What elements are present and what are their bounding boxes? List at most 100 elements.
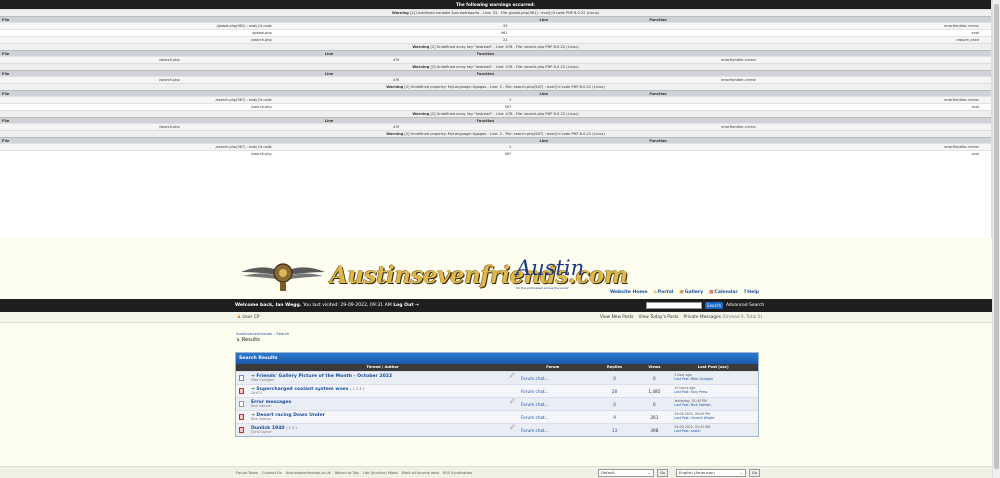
welcome-greeting: Welcome back, Ian Wegg. [235, 303, 302, 308]
thread-cell: ➔ Desert racing Down Under Nick Salmon [248, 413, 517, 422]
table-row[interactable]: ➔ Friends' Gallery Picture of the Month … [236, 371, 758, 384]
col-forum[interactable]: Forum [517, 364, 589, 371]
forum-link[interactable]: Forum chat... [517, 376, 589, 381]
col-line: Line [539, 18, 548, 22]
col-file: File [2, 72, 10, 76]
results-body: ➔ Friends' Gallery Picture of the Month … [236, 371, 758, 436]
footer-link[interactable]: Mark all forums read [402, 467, 439, 478]
thread-author[interactable]: Nick Salmon [251, 417, 517, 422]
results-header: Thread / Author Forum Replies Views Last… [236, 364, 758, 371]
col-views[interactable]: Views [640, 364, 668, 371]
last-post-author[interactable]: Last Post: austin [674, 429, 758, 434]
view-new-posts-link[interactable]: View New Posts [600, 312, 634, 323]
table-cell: 567 [504, 152, 512, 156]
footer-link[interactable]: Contact Us [262, 467, 282, 478]
forum-link[interactable]: Forum chat... [517, 415, 589, 420]
col-file: File [2, 119, 10, 123]
warning-table: File Line Function /search.php 476 errorHand… [0, 70, 991, 83]
warning-message: Warning [2] Undefined array key "lastrea… [0, 110, 991, 117]
welcome-bar: Welcome back, Ian Wegg. You last visited… [0, 299, 1000, 312]
language-select[interactable]: English (American) ⌄ [676, 469, 746, 477]
table-row[interactable]: ➔ Supercharged coolant system woes ( 1 2… [236, 384, 758, 397]
table-cell: /search.php [159, 78, 180, 82]
user-cp-link[interactable]: ♟ User CP [237, 312, 259, 323]
thread-cell: Error messages Nick Salmon 🖉 [248, 399, 517, 409]
last-post-author[interactable]: Last Post: Mike Costigan [674, 377, 758, 382]
table-cell: errorHandler->error [721, 125, 756, 129]
logout-link[interactable]: Log Out [393, 303, 413, 308]
nav-website-home[interactable]: Website Home [610, 290, 647, 295]
language-go-button[interactable]: Go [749, 469, 760, 477]
last-post-author[interactable]: Last Post: Vincent Wright [674, 416, 758, 421]
reply-count[interactable]: 9 [589, 415, 641, 420]
advanced-search-link[interactable]: Advanced Search [726, 299, 764, 312]
theme-select[interactable]: Default ⌄ [598, 469, 654, 477]
table-cell: /search.php [251, 105, 272, 109]
table-row[interactable]: Dunlick 1940 ( 1 2 ) Chris Garner 🖉 Forum c… [236, 423, 758, 436]
thread-status-icon [236, 411, 248, 424]
reply-count[interactable]: 0 [589, 402, 641, 407]
top-nav: Website Home ⌂Portal ▣Gallery ▦Calendar … [610, 290, 759, 295]
col-file: File [2, 52, 10, 56]
col-line: Line [539, 92, 548, 96]
view-todays-posts-link[interactable]: View Today's Posts [639, 312, 679, 323]
calendar-icon: ▦ [709, 290, 714, 295]
footer-link[interactable]: Lite (Archive) Mode [363, 467, 398, 478]
reply-count[interactable]: 0 [589, 376, 641, 381]
last-post-author[interactable]: Last Post: Nick Salmon [674, 403, 758, 408]
thread-pages[interactable]: ( 1 2 ) [286, 426, 297, 430]
footer-link[interactable]: Forum Team [236, 467, 258, 478]
thread-pages[interactable]: ( 1 2 3 ) [350, 387, 364, 391]
breadcrumb-site[interactable]: Austinsevenfriends [236, 331, 272, 336]
table-cell: /search.php [251, 38, 272, 42]
col-last-post[interactable]: Last Post [asc] [668, 364, 758, 371]
search-input[interactable] [646, 302, 702, 309]
thread-author[interactable]: Mike Costigan [251, 378, 517, 383]
footer-link[interactable]: Return to Top [335, 467, 359, 478]
page-scrollbar[interactable] [992, 0, 1000, 478]
view-count: 1,485 [648, 388, 661, 394]
col-replies[interactable]: Replies [589, 364, 641, 371]
breadcrumb-search[interactable]: Search [276, 331, 289, 336]
table-cell: errorHandler->error [721, 78, 756, 82]
col-thread-author[interactable]: Thread / Author [248, 364, 517, 371]
austin-logo: Austin [516, 256, 585, 280]
nav-help[interactable]: ?Help [744, 290, 760, 295]
warnings-title: The following warnings occurred: [0, 0, 991, 9]
table-cell: eval [971, 31, 979, 35]
nav-gallery[interactable]: ▣Gallery [679, 290, 703, 295]
theme-go-button[interactable]: Go [657, 469, 668, 477]
scrollbar-thumb[interactable] [994, 4, 999, 469]
table-cell: errorHandler->error [944, 98, 979, 102]
footer-link[interactable]: RSS Syndication [443, 467, 472, 478]
warning-table: File Line Function /search.php 476 errorHand… [0, 50, 991, 63]
reply-count[interactable]: 28 [589, 389, 641, 394]
table-cell: /search.php [251, 152, 272, 156]
thread-status-icon [236, 398, 248, 411]
help-icon: ? [743, 290, 747, 295]
forum-link[interactable]: Forum chat... [517, 402, 589, 407]
view-count: 261 [650, 414, 659, 420]
table-row[interactable]: Error messages Nick Salmon 🖉 Forum chat...… [236, 397, 758, 410]
warning-message: Warning [2] Undefined array key "lastrea… [0, 63, 991, 70]
forum-link[interactable]: Forum chat... [517, 389, 589, 394]
forum-link[interactable]: Forum chat... [517, 428, 589, 433]
attachment-icon: 🖉 [509, 372, 515, 379]
search-button[interactable]: Search [705, 302, 723, 309]
nav-calendar[interactable]: ▦Calendar [709, 290, 737, 295]
thread-author[interactable]: Nick Salmon [251, 404, 517, 409]
last-post-author[interactable]: Last Post: Tony Press [674, 390, 758, 395]
warning-table: File Line Function /search.php(567) : eval… [0, 90, 991, 110]
thread-status-icon [236, 372, 248, 385]
warning-message: Warning [2] Undefined property: MyLangua… [0, 130, 991, 137]
table-cell: 476 [392, 58, 400, 62]
thread-cell: ➔ Friends' Gallery Picture of the Month … [248, 372, 517, 383]
private-messages-link[interactable]: Private Messages (Unread 0, Total 0) [684, 312, 763, 323]
table-row[interactable]: ➔ Desert racing Down Under Nick Salmon Fo… [236, 410, 758, 423]
reply-count[interactable]: 13 [589, 428, 641, 433]
table-cell: errorHandler->error [721, 58, 756, 62]
nav-portal[interactable]: ⌂Portal [653, 290, 673, 295]
footer-link[interactable]: Austinsevenfriends.co.uk [286, 467, 331, 478]
thread-author[interactable]: Chris Garner [251, 430, 517, 435]
thread-author[interactable]: Dirk73 [251, 391, 517, 396]
